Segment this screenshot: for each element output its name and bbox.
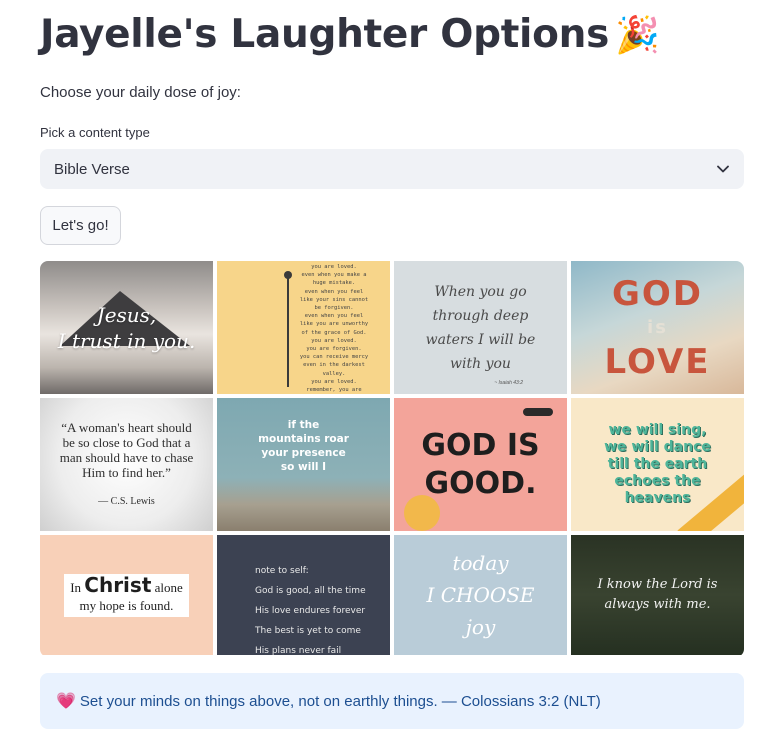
tile-text-line: LOVE — [604, 341, 711, 382]
gallery-image-god-is-good[interactable]: GOD IS GOOD. — [394, 398, 567, 531]
content-type-select[interactable]: Bible Verse — [40, 149, 744, 189]
gallery-image-lord-with-me[interactable]: I know the Lord is always with me. — [571, 535, 744, 655]
heart-icon: 💗 — [56, 693, 76, 710]
gallery-image-god-is-love[interactable]: GOD is LOVE — [571, 261, 744, 394]
tile-text-line: GOD — [611, 273, 704, 314]
content-type-label: Pick a content type — [40, 125, 150, 140]
chevron-down-icon — [716, 162, 730, 176]
gallery-image-jesus-trust[interactable]: Jesus, I trust in you. — [40, 261, 213, 394]
tile-text: Jesus, I trust in you. — [57, 302, 196, 353]
tile-text-line: my hope is found. — [79, 597, 174, 613]
gallery-image-we-will-sing[interactable]: we will sing, we will dance till the ear… — [571, 398, 744, 531]
gallery-image-cs-lewis-quote[interactable]: “A woman's heart should be so close to G… — [40, 398, 213, 531]
tile-text: if the mountains roar your presence so w… — [258, 419, 349, 473]
tile-text: “A woman's heart should be so close to G… — [50, 420, 204, 509]
tile-text: today I CHOOSE joy — [426, 551, 535, 639]
tile-text: GOD is LOVE — [605, 277, 711, 379]
tile-text-pre: In — [70, 579, 85, 595]
quote-text: “A woman's heart should be so close to G… — [59, 420, 194, 480]
tile-text: In Christ alone my hope is found. — [64, 573, 189, 617]
decor-bar — [523, 408, 553, 416]
tile-text-post: alone — [151, 579, 183, 595]
tile-text-line: is — [647, 316, 668, 338]
page-title: Jayelle's Laughter Options 🎉 — [40, 12, 660, 57]
tile-reference: ~ Isaiah 43:2 — [494, 380, 523, 386]
gallery-image-christ-alone[interactable]: In Christ alone my hope is found. — [40, 535, 213, 655]
verse-alert: 💗 Set your minds on things above, not on… — [40, 673, 744, 729]
gallery-image-note-to-self[interactable]: note to self: God is good, all the time … — [217, 535, 390, 655]
content-type-value: Bible Verse — [54, 160, 130, 178]
tile-text: we will sing, we will dance till the ear… — [604, 422, 711, 506]
gallery-image-today-i-choose-joy[interactable]: today I CHOOSE joy — [394, 535, 567, 655]
tile-text: I know the Lord is always with me. — [597, 577, 718, 612]
party-popper-icon: 🎉 — [615, 15, 660, 56]
gallery-image-you-are-loved[interactable]: you are loved. even when you make a huge… — [217, 261, 390, 394]
gallery-image-deep-waters[interactable]: When you go through deep waters I will b… — [394, 261, 567, 394]
image-gallery: Jesus, I trust in you. you are loved. ev… — [40, 261, 744, 657]
page-subtitle: Choose your daily dose of joy: — [40, 84, 241, 101]
tile-text: you are loved. even when you make a huge… — [299, 264, 369, 394]
tile-text-bold: Christ — [84, 572, 152, 597]
gallery-image-mountains-roar[interactable]: if the mountains roar your presence so w… — [217, 398, 390, 531]
quote-author: — C.S. Lewis — [98, 496, 155, 507]
tile-text-line: In Christ alone — [70, 575, 183, 595]
verse-text: Set your minds on things above, not on e… — [79, 692, 601, 710]
tile-text: note to self: God is good, all the time … — [255, 566, 366, 655]
lets-go-button[interactable]: Let's go! — [40, 206, 121, 245]
decor-circle — [404, 495, 440, 531]
page-title-text: Jayelle's Laughter Options — [40, 12, 609, 57]
tile-text: When you go through deep waters I will b… — [425, 283, 536, 372]
tile-text: GOD IS GOOD. — [421, 427, 540, 501]
